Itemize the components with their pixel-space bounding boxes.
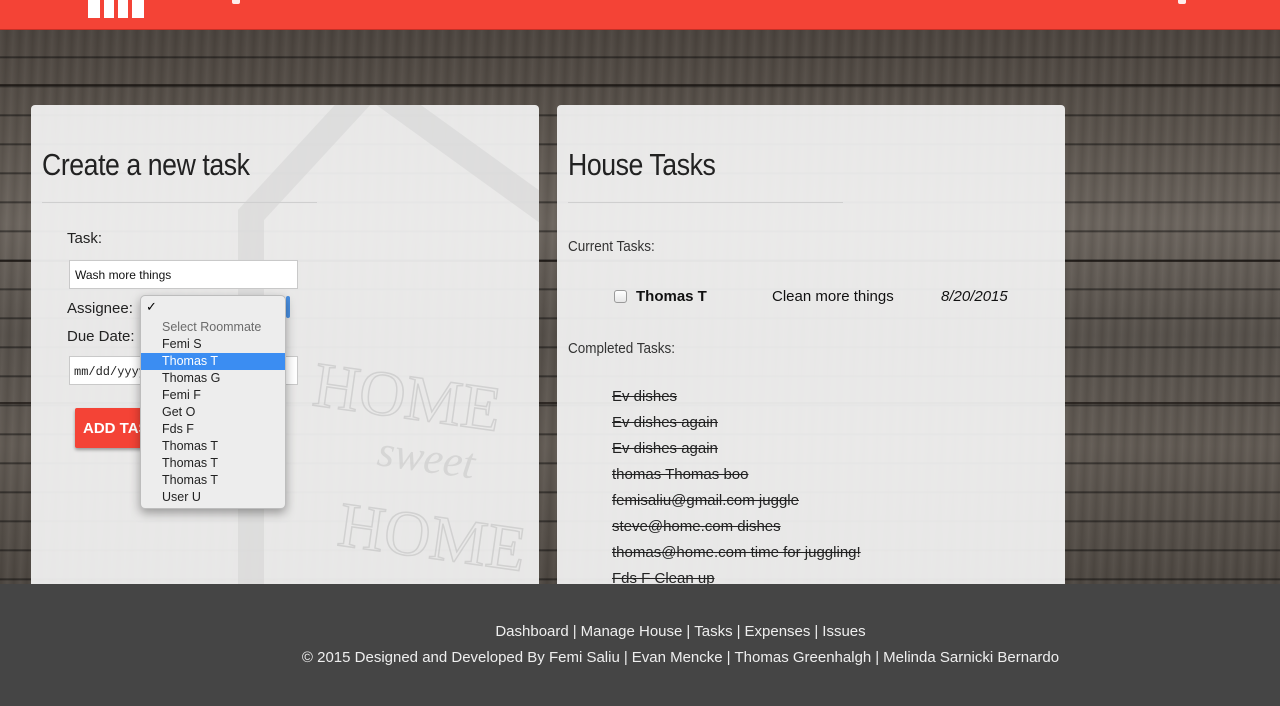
footer-link-dashboard[interactable]: Dashboard <box>495 623 568 640</box>
nav-link-clipped[interactable] <box>1178 0 1186 4</box>
watermark-line1: HOME <box>309 349 505 446</box>
assignee-option[interactable]: Thomas T <box>141 455 285 472</box>
author-link[interactable]: Thomas Greenhalgh <box>735 649 872 666</box>
author-link[interactable]: Evan Mencke <box>632 649 723 666</box>
watermark-line3: HOME <box>334 489 530 584</box>
house-tasks-heading: House Tasks <box>568 147 716 182</box>
checkmark-icon: ✓ <box>146 299 157 314</box>
assignee-option[interactable]: Thomas T <box>141 472 285 489</box>
footer: Dashboard | Manage House | Tasks | Expenses | Is… <box>0 584 1280 706</box>
completed-task-item: steve@home.com dishes <box>612 518 781 535</box>
footer-link-tasks[interactable]: Tasks <box>694 623 732 640</box>
assignee-option[interactable]: Femi S <box>141 336 285 353</box>
assignee-option[interactable]: Get O <box>141 404 285 421</box>
brand-text-clipped[interactable] <box>232 0 240 4</box>
task-label: Task: <box>67 230 103 247</box>
assignee-option[interactable]: Femi F <box>141 387 285 404</box>
due-date-label: Due Date: <box>67 328 135 345</box>
footer-nav: Dashboard | Manage House | Tasks | Expenses | Is… <box>495 623 866 640</box>
assignee-option-placeholder[interactable]: Select Roommate <box>141 319 285 336</box>
author-link[interactable]: Femi Saliu <box>549 649 620 666</box>
current-task-row: Thomas T Clean more things 8/20/2015 <box>613 287 1033 307</box>
watermark-line2: sweet <box>375 426 480 488</box>
completed-task-item: Ev dishes again <box>612 414 718 431</box>
assignee-dropdown-list[interactable]: ✓ Select Roommate Femi S Thomas T Thomas… <box>140 295 286 509</box>
assignee-select[interactable] <box>286 296 290 318</box>
footer-link-issues[interactable]: Issues <box>822 623 865 640</box>
copyright-text: © 2015 Designed and Developed By <box>301 649 545 666</box>
plank-line <box>0 84 1280 86</box>
footer-link-expenses[interactable]: Expenses <box>745 623 811 640</box>
completed-task-item: Ev dishes <box>612 388 678 405</box>
heading-divider <box>42 202 317 203</box>
completed-tasks-label: Completed Tasks: <box>568 340 676 357</box>
assignee-option[interactable]: Thomas G <box>141 370 285 387</box>
completed-task-item: Fds F Clean up <box>612 570 715 584</box>
task-due-date: 8/20/2015 <box>941 288 1008 305</box>
assignee-option[interactable]: User U <box>141 489 285 506</box>
heading-divider <box>568 202 843 203</box>
task-complete-checkbox[interactable] <box>614 290 627 303</box>
completed-task-item: Ev dishes again <box>612 440 718 457</box>
house-logo-icon[interactable] <box>88 0 144 20</box>
assignee-label: Assignee: <box>67 300 133 317</box>
author-link[interactable]: Melinda Sarnicki Bernardo <box>883 649 1059 666</box>
current-tasks-label: Current Tasks: <box>568 238 655 255</box>
assignee-option[interactable]: Thomas T <box>141 438 285 455</box>
task-input[interactable] <box>69 260 298 289</box>
completed-task-item: femisaliu@gmail.com juggle <box>612 492 799 509</box>
house-tasks-panel: House Tasks Current Tasks: Thomas T Clea… <box>557 105 1065 584</box>
top-navbar <box>0 0 1280 30</box>
task-assignee: Thomas T <box>636 288 707 305</box>
completed-task-item: thomas Thomas boo <box>612 466 749 483</box>
task-name: Clean more things <box>772 288 894 305</box>
assignee-option[interactable]: Fds F <box>141 421 285 438</box>
assignee-option-selected[interactable]: Thomas T <box>141 353 285 370</box>
footer-credits: © 2015 Designed and Developed By Femi Sa… <box>301 649 1060 666</box>
completed-task-item: thomas@home.com time for juggling! <box>612 544 861 561</box>
completed-tasks-list: Ev dishes Ev dishes again Ev dishes agai… <box>612 388 861 584</box>
footer-link-manage-house[interactable]: Manage House <box>581 623 683 640</box>
create-task-heading: Create a new task <box>42 147 250 182</box>
